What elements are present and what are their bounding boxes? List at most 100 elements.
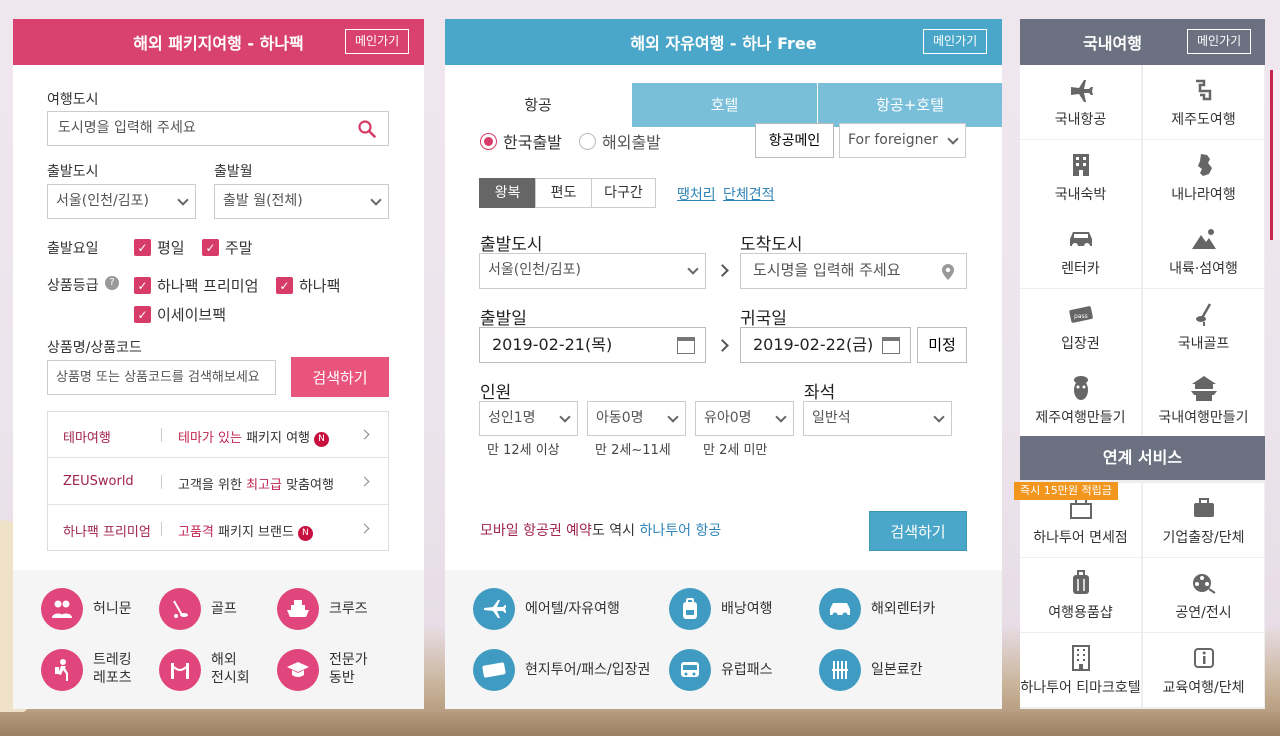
- suitcase-icon: [1066, 569, 1096, 597]
- cat-cruise[interactable]: 크루즈: [329, 600, 368, 618]
- domestic-item-island[interactable]: 내륙·섬여행: [1143, 214, 1264, 288]
- car-icon[interactable]: [819, 588, 861, 630]
- undecided-button[interactable]: 미정: [917, 327, 967, 363]
- service-hotel[interactable]: 하나투어 티마크호텔: [1020, 633, 1141, 707]
- radio-abroad[interactable]: 해외출발: [579, 129, 661, 153]
- domestic-item-country[interactable]: 내나라여행: [1143, 140, 1264, 214]
- air-main-button[interactable]: 항공메인: [755, 123, 834, 158]
- link-group[interactable]: 단체견적: [723, 184, 775, 204]
- cat-airtel[interactable]: 에어텔/자유여행: [525, 600, 620, 618]
- airplane-icon: [1066, 76, 1096, 104]
- free-main-button[interactable]: 메인가기: [923, 29, 988, 54]
- calendar-icon[interactable]: [882, 337, 900, 354]
- domestic-main-button[interactable]: 메인가기: [1187, 29, 1252, 54]
- radio-dot: [579, 132, 596, 150]
- date-return-field[interactable]: 2019-02-22(금): [740, 327, 911, 363]
- free-search-button[interactable]: 검색하기: [869, 511, 967, 551]
- arrive-input[interactable]: 도시명을 입력해 주세요: [740, 253, 967, 289]
- exhibition-icon[interactable]: [159, 649, 201, 691]
- date-depart-label: 출발일: [480, 309, 527, 329]
- depart-select[interactable]: 서울(인천/김포): [479, 253, 706, 289]
- honeymoon-icon[interactable]: [41, 588, 83, 630]
- domestic-item-golf[interactable]: 국내골프: [1143, 289, 1264, 363]
- trekking-icon[interactable]: [41, 649, 83, 691]
- service-business[interactable]: 기업출장/단체: [1143, 483, 1264, 557]
- link-highlight: 테마가 있는: [178, 431, 242, 446]
- cat-honeymoon[interactable]: 허니문: [93, 600, 132, 618]
- domestic-item-ticket[interactable]: pass 입장권: [1020, 289, 1141, 363]
- tab-air-hotel[interactable]: 항공+호텔: [817, 83, 1002, 127]
- grade-premium-checkbox[interactable]: ✓ 하나팩 프리미엄: [134, 275, 258, 296]
- service-show[interactable]: 공연/전시: [1143, 558, 1264, 632]
- service-label: 기업출장/단체: [1162, 530, 1245, 546]
- foreigner-select[interactable]: For foreigner: [839, 123, 966, 158]
- trip-multi[interactable]: 다구간: [591, 178, 656, 208]
- link-tent[interactable]: 땡처리: [677, 184, 716, 204]
- cruise-icon[interactable]: [277, 588, 319, 630]
- seat-select[interactable]: 일반석: [803, 401, 952, 436]
- calendar-icon[interactable]: [677, 337, 695, 354]
- domestic-item-stay[interactable]: 국내숙박: [1020, 140, 1141, 214]
- cat-backpack[interactable]: 배낭여행: [721, 600, 773, 618]
- day-weekend-checkbox[interactable]: ✓ 주말: [202, 237, 253, 258]
- domestic-item-jeju-make[interactable]: 제주여행만들기: [1020, 363, 1141, 437]
- infant-select[interactable]: 유아0명: [695, 401, 794, 436]
- package-search-button[interactable]: 검색하기: [291, 357, 389, 397]
- package-main-button[interactable]: 메인가기: [345, 29, 410, 54]
- list-item[interactable]: 테마여행 테마가 있는 패키지 여행 N: [48, 412, 388, 458]
- depart-month-select[interactable]: 출발 월(전체): [214, 184, 389, 219]
- trip-oneway[interactable]: 편도: [535, 178, 592, 208]
- service-travelshop[interactable]: 여행용품샵: [1020, 558, 1141, 632]
- domestic-item-air[interactable]: 국내항공: [1020, 65, 1141, 139]
- airtel-icon[interactable]: [473, 588, 515, 630]
- adult-select[interactable]: 성인1명: [479, 401, 578, 436]
- child-select[interactable]: 아동0명: [587, 401, 686, 436]
- city-input[interactable]: 도시명을 입력해 주세요: [47, 111, 389, 146]
- day-weekday-checkbox[interactable]: ✓ 평일: [134, 237, 185, 258]
- chevron-right-icon: [359, 429, 370, 440]
- ticket-icon[interactable]: [473, 649, 515, 691]
- domestic-item-jeju[interactable]: 제주도여행: [1143, 65, 1264, 139]
- depart-city-select[interactable]: 서울(인천/김포): [47, 184, 196, 219]
- golf-icon[interactable]: [159, 588, 201, 630]
- trip-roundtrip[interactable]: 왕복: [479, 178, 536, 208]
- cat-trekking[interactable]: 트레킹 레포츠: [93, 651, 132, 687]
- grade-esave-checkbox[interactable]: ✓ 이세이브팩: [134, 304, 226, 325]
- link-post: 패키지 여행: [241, 431, 311, 446]
- depart-label: 출발도시: [480, 235, 543, 255]
- bus-icon[interactable]: [669, 649, 711, 691]
- date-depart-field[interactable]: 2019-02-21(목): [479, 327, 706, 363]
- chevron-down-icon: [667, 411, 679, 423]
- search-icon[interactable]: [358, 120, 376, 138]
- service-education[interactable]: 교육여행/단체: [1143, 633, 1264, 707]
- backpack-icon[interactable]: [669, 588, 711, 630]
- cat-rentcar[interactable]: 해외렌터카: [871, 600, 935, 618]
- product-input[interactable]: 상품명 또는 상품코드를 검색해보세요: [47, 360, 276, 395]
- list-item[interactable]: ZEUSworld 고객을 위한 최고급 맞춤여행: [48, 459, 388, 505]
- cat-localtour[interactable]: 현지투어/패스/입장권: [525, 661, 650, 679]
- chevron-down-icon: [559, 411, 571, 423]
- graduation-cap-icon[interactable]: [277, 649, 319, 691]
- help-icon[interactable]: ?: [105, 276, 119, 290]
- adult-sub: 만 12세 이상: [487, 443, 560, 458]
- ryokan-icon[interactable]: [819, 649, 861, 691]
- cat-golf[interactable]: 골프: [211, 600, 237, 618]
- tab-air[interactable]: 항공: [445, 83, 631, 127]
- tab-hotel[interactable]: 호텔: [631, 83, 817, 127]
- domestic-item-rentcar[interactable]: 렌터카: [1020, 214, 1141, 288]
- cat-europass[interactable]: 유럽패스: [721, 661, 773, 679]
- pax-label: 인원: [480, 383, 512, 403]
- grade-hanapack-checkbox[interactable]: ✓ 하나팩: [276, 275, 340, 296]
- promo-link-air[interactable]: 하나투어 항공: [640, 523, 722, 539]
- cat-exhibition[interactable]: 해외 전시회: [211, 651, 250, 687]
- cat-ryokan[interactable]: 일본료칸: [871, 661, 923, 679]
- promo-link-mobile[interactable]: 모바일 항공권 예약: [480, 523, 592, 539]
- radio-korea[interactable]: 한국출발: [480, 129, 562, 153]
- cat-expert[interactable]: 전문가 동반: [329, 651, 368, 687]
- grade-hanapack-label: 하나팩: [299, 277, 341, 295]
- new-badge: N: [297, 526, 313, 541]
- grade-premium-label: 하나팩 프리미엄: [157, 277, 259, 295]
- domestic-item-make[interactable]: 국내여행만들기: [1143, 363, 1264, 437]
- link-key: ZEUSworld: [63, 474, 134, 489]
- list-item[interactable]: 하나팩 프리미엄 고품격 패키지 브랜드 N: [48, 506, 388, 552]
